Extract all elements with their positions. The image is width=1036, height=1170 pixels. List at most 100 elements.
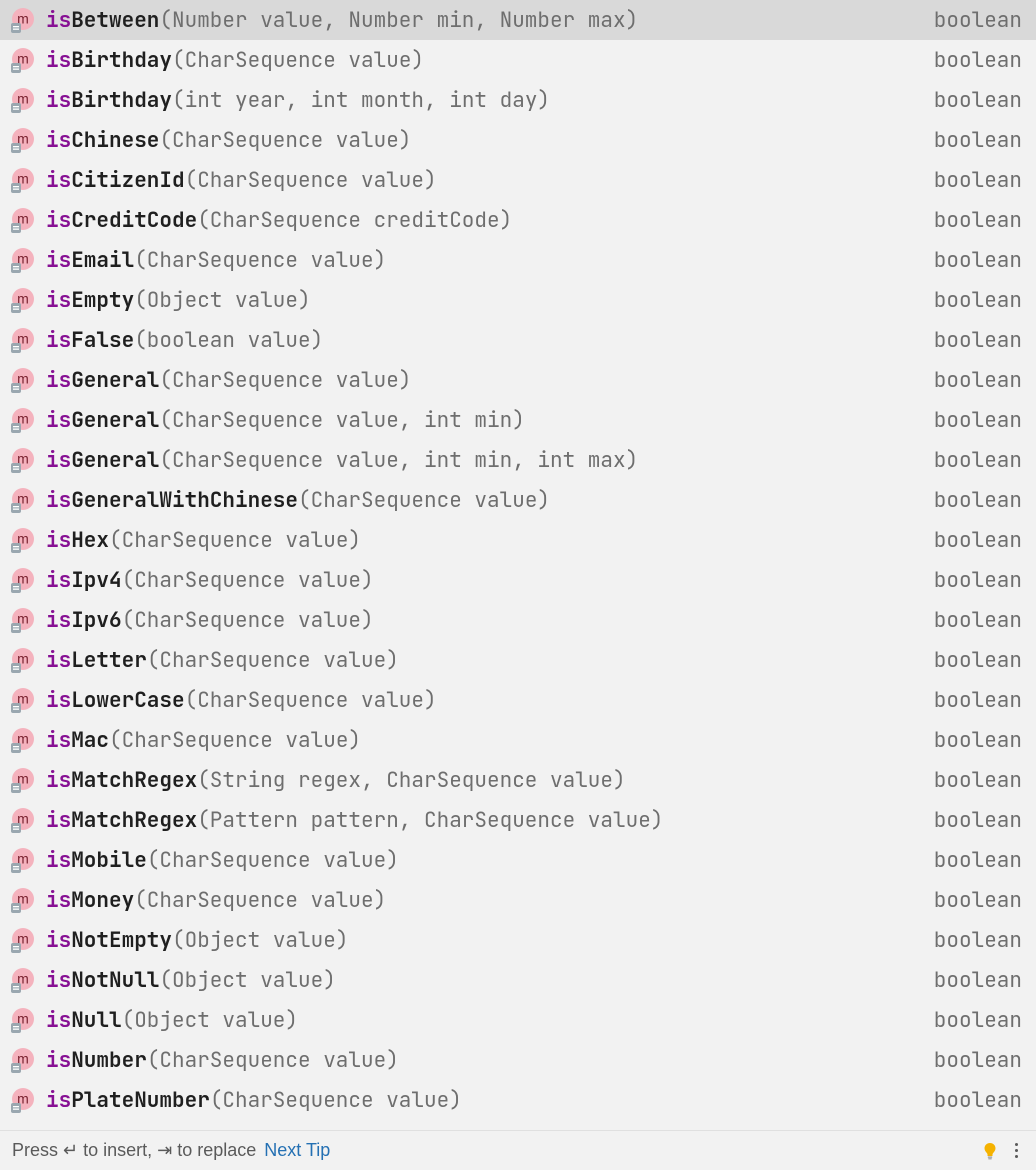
- method-icon: m: [10, 327, 36, 353]
- completion-item[interactable]: m isEmpty(Object value)boolean: [0, 280, 1036, 320]
- method-icon: m: [10, 87, 36, 113]
- return-type: boolean: [934, 167, 1022, 194]
- completion-signature: isMobile(CharSequence value): [46, 847, 924, 874]
- completion-signature: isGeneral(CharSequence value, int min, i…: [46, 447, 924, 474]
- method-icon: m: [10, 687, 36, 713]
- return-type: boolean: [934, 407, 1022, 434]
- return-type: boolean: [934, 647, 1022, 674]
- return-type: boolean: [934, 807, 1022, 834]
- return-type: boolean: [934, 327, 1022, 354]
- completion-signature: isFalse(boolean value): [46, 327, 924, 354]
- method-icon: m: [10, 727, 36, 753]
- completion-signature: isEmpty(Object value): [46, 287, 924, 314]
- bulb-icon[interactable]: [980, 1141, 1000, 1161]
- return-type: boolean: [934, 967, 1022, 994]
- method-icon: m: [10, 367, 36, 393]
- completion-item[interactable]: m isGeneral(CharSequence value, int min,…: [0, 440, 1036, 480]
- method-icon: m: [10, 487, 36, 513]
- return-type: boolean: [934, 727, 1022, 754]
- footer-hint: Press ↵ to insert, ⇥ to replace: [12, 1140, 256, 1161]
- completion-item[interactable]: m isBetween(Number value, Number min, Nu…: [0, 0, 1036, 40]
- return-type: boolean: [934, 1047, 1022, 1074]
- completion-signature: isGeneral(CharSequence value): [46, 367, 924, 394]
- completion-item[interactable]: m isNotEmpty(Object value)boolean: [0, 920, 1036, 960]
- completion-item[interactable]: m isNotNull(Object value) boolean: [0, 960, 1036, 1000]
- return-type: boolean: [934, 847, 1022, 874]
- completion-signature: isMac(CharSequence value): [46, 727, 924, 754]
- method-icon: m: [10, 127, 36, 153]
- more-menu-icon[interactable]: [1008, 1143, 1024, 1158]
- method-icon: m: [10, 47, 36, 73]
- completion-signature: isEmail(CharSequence value): [46, 247, 924, 274]
- completion-signature: isNotNull(Object value): [46, 967, 924, 994]
- method-icon: m: [10, 1007, 36, 1033]
- completion-item[interactable]: m isLowerCase(CharSequence value)boolean: [0, 680, 1036, 720]
- completion-signature: isNull(Object value): [46, 1007, 924, 1034]
- method-icon: m: [10, 447, 36, 473]
- return-type: boolean: [934, 7, 1022, 34]
- completion-item[interactable]: m isNumber(CharSequence value)boolean: [0, 1040, 1036, 1080]
- completion-item[interactable]: m isCreditCode(CharSequence creditCode)b…: [0, 200, 1036, 240]
- method-icon: m: [10, 407, 36, 433]
- completion-signature: isGeneralWithChinese(CharSequence value): [46, 487, 924, 514]
- completion-item[interactable]: m isFalse(boolean value) boolean: [0, 320, 1036, 360]
- completion-signature: isMoney(CharSequence value): [46, 887, 924, 914]
- completion-signature: isLetter(CharSequence value): [46, 647, 924, 674]
- completion-signature: isIpv4(CharSequence value): [46, 567, 924, 594]
- method-icon: m: [10, 287, 36, 313]
- return-type: boolean: [934, 1007, 1022, 1034]
- return-type: boolean: [934, 607, 1022, 634]
- completion-signature: isBetween(Number value, Number min, Numb…: [46, 7, 924, 34]
- return-type: boolean: [934, 47, 1022, 74]
- completion-item[interactable]: m isCitizenId(CharSequence value)boolean: [0, 160, 1036, 200]
- completion-signature: isCreditCode(CharSequence creditCode): [46, 207, 924, 234]
- method-icon: m: [10, 647, 36, 673]
- completion-footer: Press ↵ to insert, ⇥ to replace Next Tip: [0, 1130, 1036, 1170]
- return-type: boolean: [934, 487, 1022, 514]
- completion-item[interactable]: m isHex(CharSequence value) boolean: [0, 520, 1036, 560]
- completion-signature: isNumber(CharSequence value): [46, 1047, 924, 1074]
- completion-item[interactable]: m isIpv4(CharSequence value) boolean: [0, 560, 1036, 600]
- method-icon: m: [10, 527, 36, 553]
- completion-item[interactable]: m isMatchRegex(String regex, CharSequenc…: [0, 760, 1036, 800]
- completion-item[interactable]: m isMac(CharSequence value) boolean: [0, 720, 1036, 760]
- completion-list[interactable]: m isBetween(Number value, Number min, Nu…: [0, 0, 1036, 1130]
- method-icon: m: [10, 807, 36, 833]
- completion-item[interactable]: m isIpv6(CharSequence value)boolean: [0, 600, 1036, 640]
- completion-item[interactable]: m isEmail(CharSequence value)boolean: [0, 240, 1036, 280]
- completion-item[interactable]: m isBirthday(int year, int month, int da…: [0, 80, 1036, 120]
- completion-item[interactable]: m isPlateNumber(CharSequence value)boole…: [0, 1080, 1036, 1120]
- completion-item[interactable]: m isChinese(CharSequence value)boolean: [0, 120, 1036, 160]
- method-icon: m: [10, 887, 36, 913]
- method-icon: m: [10, 847, 36, 873]
- return-type: boolean: [934, 447, 1022, 474]
- completion-signature: isBirthday(CharSequence value): [46, 47, 924, 74]
- completion-signature: isBirthday(int year, int month, int day): [46, 87, 924, 114]
- completion-item[interactable]: m isGeneral(CharSequence value, int min)…: [0, 400, 1036, 440]
- method-icon: m: [10, 567, 36, 593]
- return-type: boolean: [934, 767, 1022, 794]
- completion-item[interactable]: m isNull(Object value) boolean: [0, 1000, 1036, 1040]
- next-tip-link[interactable]: Next Tip: [264, 1140, 330, 1161]
- completion-signature: isPlateNumber(CharSequence value): [46, 1087, 924, 1114]
- completion-item[interactable]: m isLetter(CharSequence value) boolean: [0, 640, 1036, 680]
- method-icon: m: [10, 1087, 36, 1113]
- completion-signature: isHex(CharSequence value): [46, 527, 924, 554]
- method-icon: m: [10, 207, 36, 233]
- method-icon: m: [10, 967, 36, 993]
- return-type: boolean: [934, 367, 1022, 394]
- return-type: boolean: [934, 567, 1022, 594]
- completion-item[interactable]: m isGeneral(CharSequence value) boolean: [0, 360, 1036, 400]
- completion-signature: isMatchRegex(String regex, CharSequence …: [46, 767, 924, 794]
- completion-item[interactable]: m isMobile(CharSequence value) boolean: [0, 840, 1036, 880]
- completion-item[interactable]: m isGeneralWithChinese(CharSequence valu…: [0, 480, 1036, 520]
- completion-item[interactable]: m isBirthday(CharSequence value) boolean: [0, 40, 1036, 80]
- completion-signature: isLowerCase(CharSequence value): [46, 687, 924, 714]
- return-type: boolean: [934, 527, 1022, 554]
- completion-item[interactable]: m isMatchRegex(Pattern pattern, CharSequ…: [0, 800, 1036, 840]
- method-icon: m: [10, 767, 36, 793]
- completion-item[interactable]: m isMoney(CharSequence value)boolean: [0, 880, 1036, 920]
- method-icon: m: [10, 167, 36, 193]
- completion-signature: isMatchRegex(Pattern pattern, CharSequen…: [46, 807, 924, 834]
- method-icon: m: [10, 247, 36, 273]
